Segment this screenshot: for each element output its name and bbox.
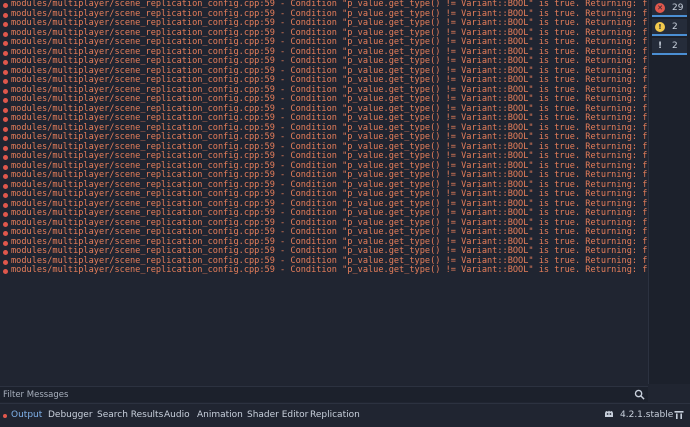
warning-count: 2 [672,21,678,32]
log-line-text: modules/multiplayer/scene_replication_co… [11,27,648,38]
error-dot-icon [3,117,8,122]
output-log[interactable]: modules/multiplayer/scene_replication_co… [0,0,648,384]
log-line-text: modules/multiplayer/scene_replication_co… [11,208,648,218]
log-line-text: modules/multiplayer/scene_replication_co… [11,113,648,123]
message-count: 2 [672,40,678,51]
log-line-text: modules/multiplayer/scene_replication_co… [11,18,648,28]
error-dot-icon [3,240,8,246]
log-line-text: modules/multiplayer/scene_replication_co… [11,103,648,114]
log-line-text: modules/multiplayer/scene_replication_co… [11,141,648,152]
log-line-text: modules/multiplayer/scene_replication_co… [11,65,648,76]
warning-filter-toggle[interactable]: ! 2 [652,19,687,36]
filter-messages-input[interactable] [3,388,623,401]
message-icon: ǃ [658,40,662,51]
log-line-text: modules/multiplayer/scene_replication_co… [11,46,648,57]
log-line: modules/multiplayer/scene_replication_co… [0,265,648,276]
error-dot-icon [3,88,8,94]
log-line-text: modules/multiplayer/scene_replication_co… [11,189,648,199]
error-dot-icon [3,31,8,37]
tab-shader-editor[interactable]: Shader Editor [247,410,308,420]
log-line-text: modules/multiplayer/scene_replication_co… [11,132,648,142]
error-dot-icon [3,155,8,160]
error-dot-icon [3,79,8,84]
error-dot-icon [3,98,8,103]
log-line-text: modules/multiplayer/scene_replication_co… [11,265,648,275]
error-dot-icon [3,202,8,208]
panel-layout-icon[interactable] [674,410,684,420]
error-dot-icon [3,212,8,217]
error-dot-icon [3,107,8,113]
log-line-text: modules/multiplayer/scene_replication_co… [11,122,648,133]
error-count: 29 [672,2,684,13]
log-line-text: modules/multiplayer/scene_replication_co… [11,198,648,209]
error-dot-icon [3,60,8,65]
error-dot-icon [3,269,8,274]
godot-icon [605,410,613,417]
tab-output[interactable]: Output [11,410,42,420]
log-line-text: modules/multiplayer/scene_replication_co… [11,37,648,47]
tab-search-results[interactable]: Search Results [97,410,163,420]
engine-version: 4.2.1.stable [620,410,674,420]
log-line-text: modules/multiplayer/scene_replication_co… [11,217,648,228]
error-dot-icon [3,231,8,236]
tab-debugger[interactable]: Debugger [48,410,93,420]
tab-audio[interactable]: Audio [164,410,190,420]
error-dot-icon [3,136,8,141]
message-filter-toggle[interactable]: ǃ 2 [652,38,687,55]
error-filter-toggle[interactable]: ✕ 29 [652,0,687,17]
search-icon[interactable] [634,389,645,400]
error-dot-icon [3,221,8,227]
error-dot-icon [3,22,8,27]
log-filter-sidebar: ✕ 29 ! 2 ǃ 2 [648,0,690,384]
log-line-text: modules/multiplayer/scene_replication_co… [11,84,648,95]
warning-icon: ! [655,21,665,32]
error-dot-icon [3,126,8,132]
filter-bar [0,386,648,402]
error-dot-icon [3,250,8,255]
log-line-text: modules/multiplayer/scene_replication_co… [11,160,648,171]
error-icon: ✕ [655,2,665,13]
log-line-text: modules/multiplayer/scene_replication_co… [11,8,648,19]
error-dot-icon [3,41,8,46]
output-error-indicator [3,414,7,418]
log-line-text: modules/multiplayer/scene_replication_co… [11,75,648,85]
error-dot-icon [3,164,8,170]
log-line-text: modules/multiplayer/scene_replication_co… [11,255,648,266]
error-dot-icon [3,183,8,189]
error-dot-icon [3,3,8,8]
error-dot-icon [3,50,8,56]
log-line-text: modules/multiplayer/scene_replication_co… [11,236,648,247]
error-dot-icon [3,12,8,18]
bottom-panel-tabs: Output Debugger Search Results Audio Ani… [0,403,690,427]
error-dot-icon [3,174,8,179]
error-dot-icon [3,193,8,198]
log-line-text: modules/multiplayer/scene_replication_co… [11,179,648,190]
log-line-text: modules/multiplayer/scene_replication_co… [11,246,648,256]
log-line-text: modules/multiplayer/scene_replication_co… [11,151,648,161]
log-line-text: modules/multiplayer/scene_replication_co… [11,94,648,104]
error-dot-icon [3,145,8,151]
error-dot-icon [3,259,8,265]
log-line-text: modules/multiplayer/scene_replication_co… [11,56,648,66]
tab-replication[interactable]: Replication [310,410,360,420]
log-line-text: modules/multiplayer/scene_replication_co… [11,227,648,237]
error-dot-icon [3,69,8,75]
tab-animation[interactable]: Animation [197,410,243,420]
log-line-text: modules/multiplayer/scene_replication_co… [11,170,648,180]
